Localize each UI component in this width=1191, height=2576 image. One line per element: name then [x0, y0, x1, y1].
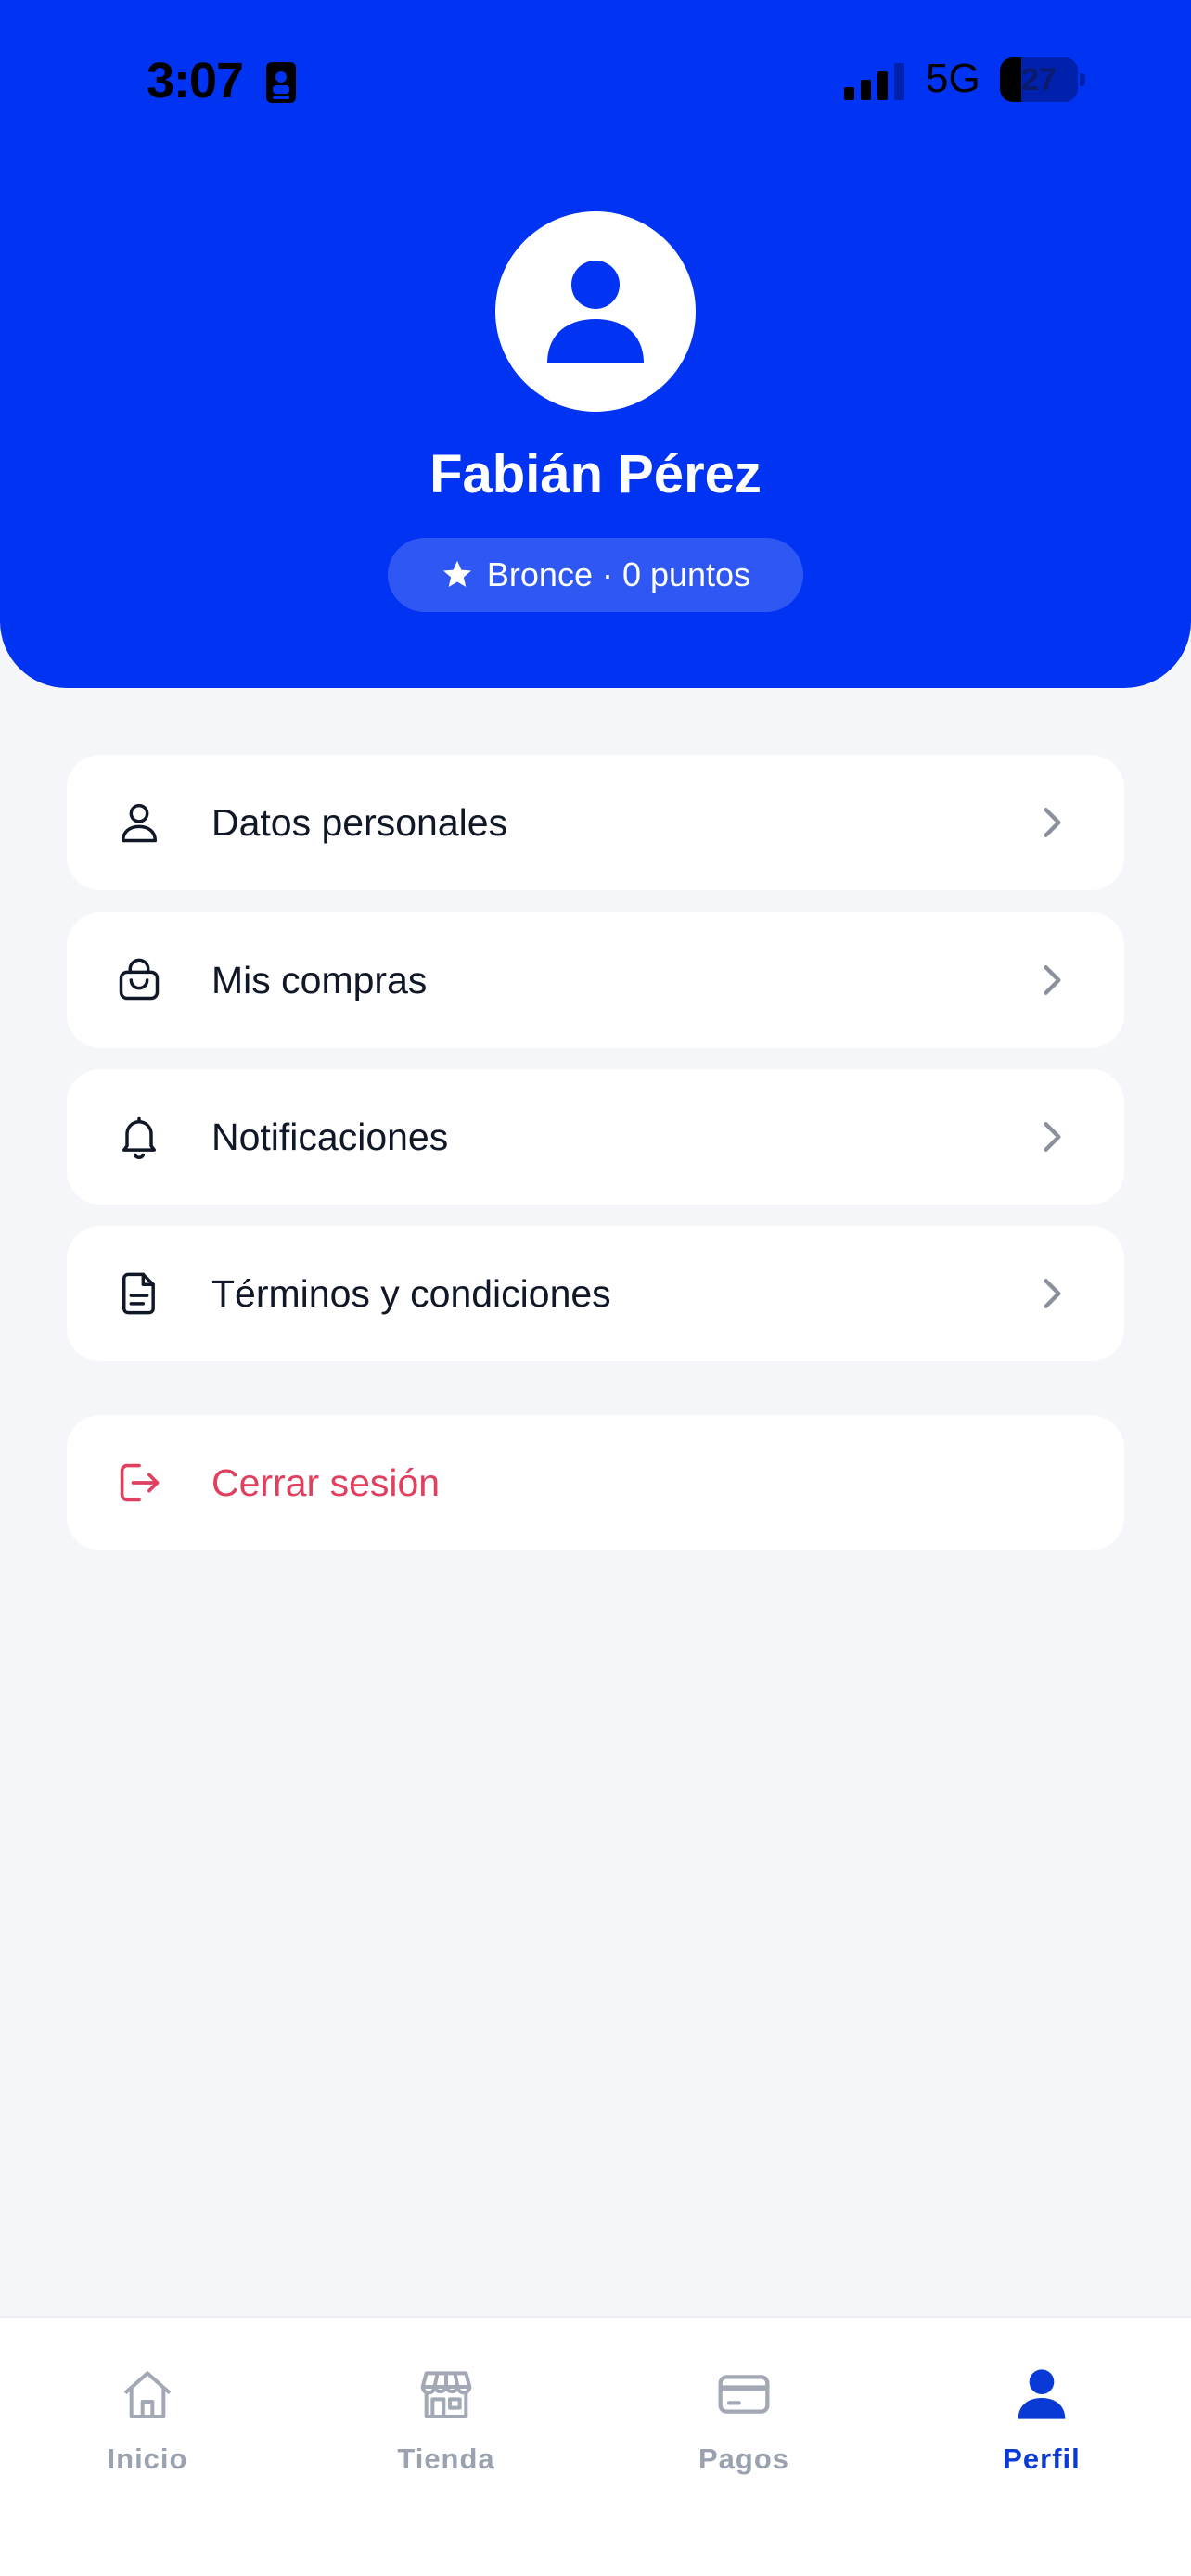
status-bar: 3:07 5G 27	[0, 0, 1191, 158]
nav-label: Pagos	[698, 2442, 790, 2475]
avatar	[495, 211, 696, 412]
nav-item-perfil[interactable]: Perfil	[949, 2365, 1134, 2485]
chevron-right-icon	[1044, 965, 1061, 995]
document-icon	[122, 1272, 155, 1315]
menu-item-label: Notificaciones	[211, 1116, 449, 1158]
profile-icon	[1018, 2369, 1066, 2419]
profile-header: 3:07 5G 27 Fabián Pérez Bronce · 0 punto…	[0, 0, 1191, 688]
star-icon	[442, 560, 471, 588]
logout-label: Cerrar sesión	[211, 1461, 441, 1504]
logout-button[interactable]: Cerrar sesión	[67, 1415, 1124, 1550]
bell-icon	[122, 1116, 156, 1159]
avatar-user-icon	[547, 261, 644, 363]
nav-label: Perfil	[1003, 2442, 1081, 2475]
tier-text: Bronce · 0 puntos	[486, 555, 751, 593]
nav-item-inicio[interactable]: Inicio	[55, 2365, 240, 2485]
chevron-right-icon	[1044, 808, 1061, 837]
user-icon	[121, 803, 158, 843]
shopping-bag-icon	[119, 958, 160, 1001]
battery-icon: 27	[1000, 57, 1085, 102]
menu-item-purchases[interactable]: Mis compras	[67, 912, 1124, 1048]
chevron-right-icon	[1044, 1122, 1061, 1152]
menu-item-label: Términos y condiciones	[211, 1272, 611, 1315]
nav-item-tienda[interactable]: Tienda	[353, 2365, 539, 2485]
home-icon	[123, 2371, 172, 2418]
menu-item-label: Datos personales	[211, 801, 508, 844]
menu-item-terms[interactable]: Términos y condiciones	[67, 1226, 1124, 1361]
tier-badge: Bronce · 0 puntos	[388, 538, 803, 612]
logout-icon	[120, 1463, 160, 1502]
profile-screen: 3:07 5G 27 Fabián Pérez Bronce · 0 punto…	[0, 0, 1191, 2576]
battery-level: 27	[1021, 62, 1057, 97]
status-time: 3:07	[147, 53, 244, 108]
bottom-navigation: Inicio Tienda Pagos Perfil	[0, 2316, 1191, 2576]
user-name: Fabián Pérez	[429, 444, 762, 504]
menu-item-label: Mis compras	[211, 959, 428, 1001]
menu-item-notifications[interactable]: Notificaciones	[67, 1069, 1124, 1205]
signal-icon	[844, 63, 904, 100]
card-icon	[718, 2375, 770, 2414]
store-icon	[420, 2371, 472, 2418]
network-type: 5G	[926, 56, 980, 101]
chevron-right-icon	[1044, 1279, 1061, 1308]
nav-item-pagos[interactable]: Pagos	[651, 2365, 837, 2485]
nav-label: Inicio	[107, 2442, 188, 2475]
nav-label: Tienda	[397, 2442, 495, 2475]
menu-item-personal-data[interactable]: Datos personales	[67, 755, 1124, 890]
contact-card-icon	[266, 62, 296, 103]
